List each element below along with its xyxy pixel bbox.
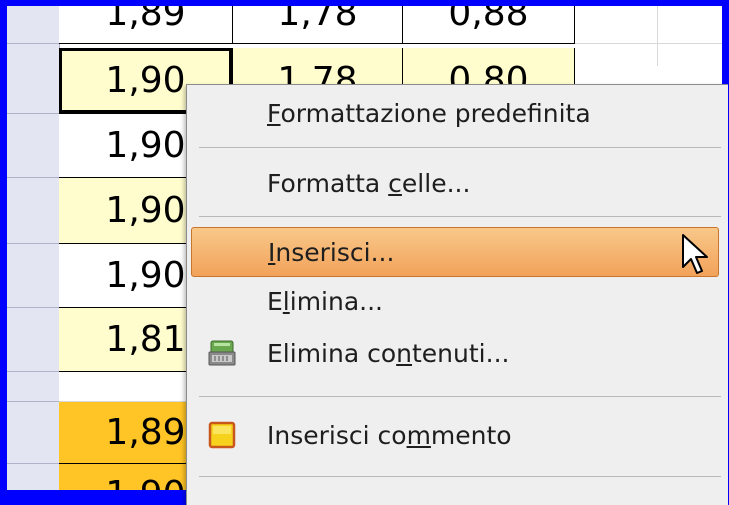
row-header-divider <box>7 177 59 178</box>
row-header-divider <box>7 371 59 372</box>
window-frame: 1,89 1,78 0,88 1,90 1,78 0,80 1,90 1,90 1,90 1,81… <box>0 0 729 505</box>
menu-item-label-post: nserisci... <box>275 238 395 267</box>
comment-icon <box>208 421 236 449</box>
menu-item-label-post: tenuti... <box>412 339 510 368</box>
context-menu: Formattazione predefinita Formatta celle… <box>186 84 728 505</box>
row-header-divider <box>7 113 59 114</box>
clear-contents-icon <box>208 340 236 366</box>
menu-item-delete[interactable]: Elimina... <box>191 277 719 327</box>
row-header-column[interactable] <box>7 6 60 490</box>
menu-item-label-post: elle... <box>401 169 471 198</box>
cell[interactable]: 1,89 <box>59 6 233 44</box>
menu-item-label-post: mento <box>430 421 512 450</box>
menu-item-mnemonic: c <box>388 169 402 198</box>
menu-item-mnemonic: l <box>282 287 290 316</box>
menu-separator <box>199 216 721 217</box>
menu-item-label-pre: E <box>267 287 283 316</box>
menu-item-label-pre: Inserisci co <box>267 421 407 450</box>
row-header-divider <box>7 43 59 44</box>
menu-item-clear-contents[interactable]: Elimina contenuti... <box>191 329 719 379</box>
menu-item-mnemonic: m <box>406 421 431 450</box>
menu-item-format-cells[interactable]: Formatta celle... <box>191 159 719 209</box>
menu-item-label-pre: Elimina co <box>267 339 397 368</box>
cell[interactable]: 0,88 <box>403 6 575 44</box>
menu-separator <box>199 147 721 148</box>
row-header-divider <box>7 463 59 464</box>
grid-line <box>657 6 658 66</box>
row-header-divider <box>7 401 59 402</box>
row-header-divider <box>7 307 59 308</box>
menu-item-mnemonic: F <box>267 99 281 128</box>
mouse-pointer-icon <box>682 234 708 274</box>
menu-item-default-formatting[interactable]: Formattazione predefinita <box>191 89 719 139</box>
row-header-divider <box>7 243 59 244</box>
menu-separator <box>199 396 721 397</box>
menu-item-insert[interactable]: Inserisci... <box>191 227 719 277</box>
menu-item-insert-comment[interactable]: Inserisci commento <box>191 411 719 461</box>
menu-item-label-post: ormattazione predefinita <box>280 99 591 128</box>
menu-item-label-pre: Formatta <box>267 169 389 198</box>
grid-line <box>575 43 722 44</box>
menu-item-label-post: imina... <box>289 287 383 316</box>
menu-item-mnemonic: n <box>396 339 412 368</box>
cell[interactable]: 1,78 <box>233 6 403 44</box>
menu-separator <box>199 476 721 477</box>
